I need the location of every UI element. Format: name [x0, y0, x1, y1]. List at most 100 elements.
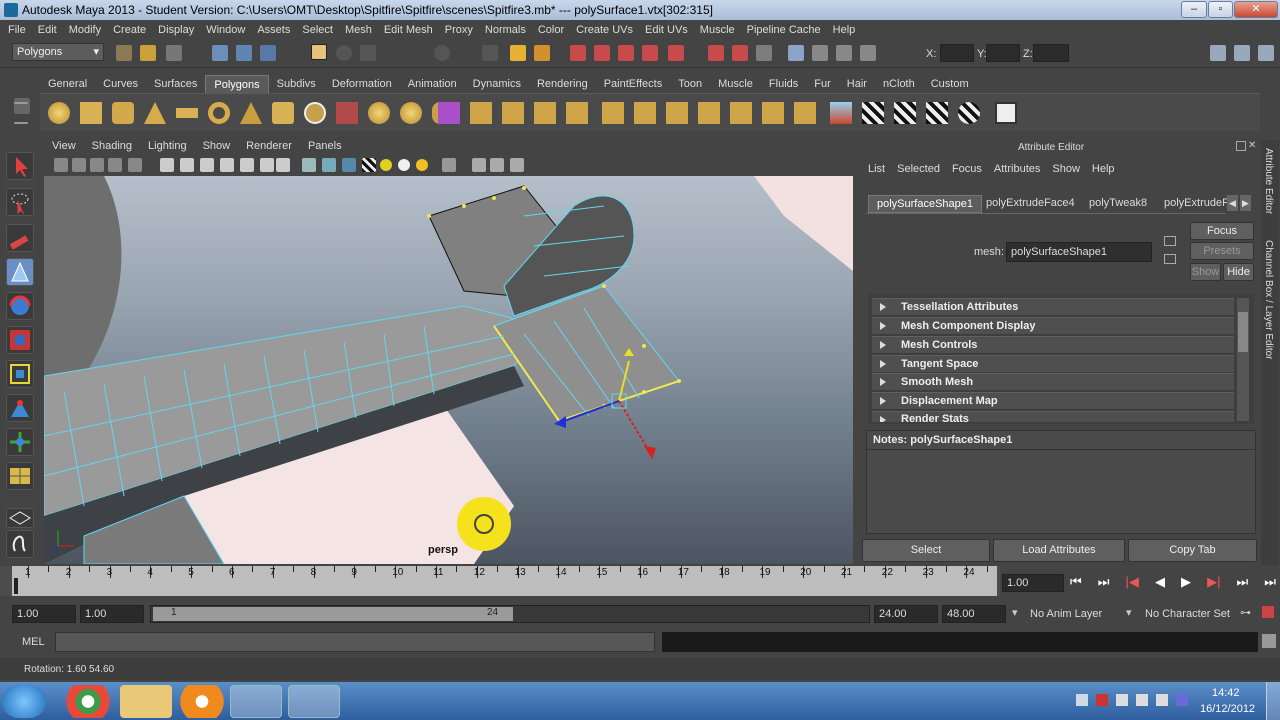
shelf-tab-surfaces[interactable]: Surfaces	[146, 75, 205, 93]
poly-sphere-icon[interactable]	[48, 102, 70, 124]
x-input[interactable]	[940, 44, 974, 62]
step-back-key-icon[interactable]: ⏭	[1098, 574, 1110, 594]
menu-help[interactable]: Help	[827, 24, 862, 36]
poly-cube-icon[interactable]	[80, 102, 102, 124]
poly-prism-icon[interactable]	[240, 102, 262, 124]
select-by-object-icon[interactable]	[236, 45, 252, 61]
offset-edge-loop-icon[interactable]	[634, 102, 656, 124]
ae-menu-help[interactable]: Help	[1086, 160, 1121, 180]
automatic-mapping-icon[interactable]	[958, 102, 980, 124]
animation-end-field[interactable]: 48.00	[942, 605, 1006, 623]
uv-texture-editor-icon[interactable]	[995, 102, 1017, 124]
cylindrical-mapping-icon[interactable]	[894, 102, 916, 124]
shelf-tab-rendering[interactable]: Rendering	[529, 75, 596, 93]
menu-display[interactable]: Display	[152, 24, 200, 36]
menu-create-uvs[interactable]: Create UVs	[570, 24, 639, 36]
menu-create[interactable]: Create	[107, 24, 152, 36]
ae-tab-polysurfaceshape1[interactable]: polySurfaceShape1	[868, 195, 983, 213]
play-forward-icon[interactable]: ▶	[1181, 574, 1191, 594]
planar-mapping-icon[interactable]	[862, 102, 884, 124]
shelf-tab-fluids[interactable]: Fluids	[761, 75, 806, 93]
channel-box-toggle-icon[interactable]	[1258, 45, 1274, 61]
append-polygon-icon[interactable]	[534, 102, 556, 124]
load-attributes-button[interactable]: Load Attributes	[993, 539, 1125, 562]
minimize-button[interactable]: –	[1181, 1, 1207, 18]
sections-scrollbar-thumb[interactable]	[1238, 312, 1248, 352]
show-button[interactable]: Show	[1190, 263, 1221, 281]
ae-menu-list[interactable]: List	[862, 160, 891, 180]
output-connection-icon[interactable]	[1164, 254, 1176, 264]
render-view-icon[interactable]	[732, 45, 748, 61]
go-to-start-icon[interactable]: ⏮	[1070, 574, 1082, 594]
snap-to-curve-icon[interactable]	[434, 45, 450, 61]
tabs-scroll-left-icon[interactable]: ◀	[1227, 195, 1238, 211]
tray-volume-icon[interactable]	[1136, 694, 1148, 706]
shelf-tab-muscle[interactable]: Muscle	[710, 75, 761, 93]
wireframe-on-shaded-icon[interactable]	[342, 158, 356, 172]
camera-icon[interactable]	[812, 45, 828, 61]
wireframe-icon[interactable]	[302, 158, 316, 172]
show-manipulator-icon[interactable]	[6, 428, 34, 456]
anim-layer-dropdown-icon[interactable]: ▾	[1012, 606, 1018, 619]
section-render-stats[interactable]: Render Stats	[872, 411, 1234, 422]
isolate-select-icon[interactable]	[442, 158, 456, 172]
quick-layout-icon[interactable]	[6, 508, 34, 528]
lock-icon[interactable]	[510, 45, 526, 61]
new-scene-icon[interactable]	[116, 45, 132, 61]
menu-edit-uvs[interactable]: Edit UVs	[639, 24, 694, 36]
playback-start-field[interactable]: 1.00	[80, 605, 144, 623]
magnet-icon[interactable]	[534, 45, 550, 61]
gate-mask-icon[interactable]	[220, 158, 234, 172]
resolution-gate-icon[interactable]	[200, 158, 214, 172]
render-icon[interactable]	[642, 45, 658, 61]
notes-area[interactable]: Notes: polySurfaceShape1	[866, 430, 1256, 534]
field-chart-icon[interactable]	[240, 158, 254, 172]
tray-action-center-icon[interactable]	[1096, 694, 1108, 706]
textured-icon[interactable]	[362, 158, 376, 172]
mesh-name-field[interactable]: polySurfaceShape1	[1006, 242, 1152, 262]
recorder-taskbar-icon[interactable]	[288, 685, 340, 718]
z-input[interactable]	[1033, 44, 1069, 62]
rotate-tool-icon[interactable]	[6, 292, 34, 320]
go-to-end-icon[interactable]: ⏭	[1264, 574, 1276, 594]
maya-taskbar-icon[interactable]	[230, 685, 282, 718]
safe-action-icon[interactable]	[260, 158, 274, 172]
menu-normals[interactable]: Normals	[479, 24, 532, 36]
open-scene-icon[interactable]	[140, 45, 156, 61]
triangulate-icon[interactable]	[794, 102, 816, 124]
focus-button[interactable]: Focus	[1190, 222, 1254, 240]
viewport-menu-show[interactable]: Show	[195, 140, 239, 156]
mirror-geometry-icon[interactable]	[438, 102, 460, 124]
section-mesh-component-display[interactable]: Mesh Component Display	[872, 317, 1234, 334]
animation-preferences-icon[interactable]	[1262, 606, 1274, 618]
time-slider[interactable]: 1 2 3 4 5 6 7 8 9 10 11 12 13 14 15 16 17 18 19 20 21 22 23 24	[0, 566, 1000, 596]
scale-tool-icon[interactable]	[6, 326, 34, 354]
tray-power-icon[interactable]	[1156, 694, 1168, 706]
edge-mask-icon[interactable]	[360, 45, 376, 61]
extract-icon[interactable]	[400, 102, 422, 124]
section-tangent-space[interactable]: Tangent Space	[872, 355, 1234, 372]
ae-menu-show[interactable]: Show	[1046, 160, 1086, 180]
menu-pipeline-cache[interactable]: Pipeline Cache	[741, 24, 827, 36]
hypershade-icon[interactable]	[708, 45, 724, 61]
ae-menu-attributes[interactable]: Attributes	[988, 160, 1046, 180]
explorer-taskbar-icon[interactable]	[120, 685, 172, 718]
range-slider-bar[interactable]: 1 24	[153, 607, 513, 621]
poly-plane-icon[interactable]	[176, 108, 198, 118]
close-button[interactable]: ✕	[1234, 1, 1278, 18]
ae-menu-focus[interactable]: Focus	[946, 160, 988, 180]
shelf-tab-curves[interactable]: Curves	[95, 75, 146, 93]
extrude-icon[interactable]	[470, 102, 492, 124]
construction-history-icon[interactable]	[594, 45, 610, 61]
show-desktop-button[interactable]	[1266, 682, 1280, 720]
render-settings-icon[interactable]	[668, 45, 684, 61]
menu-select[interactable]: Select	[296, 24, 339, 36]
menu-muscle[interactable]: Muscle	[694, 24, 741, 36]
select-button[interactable]: Select	[862, 539, 990, 562]
viewport-menu-shading[interactable]: Shading	[84, 140, 140, 156]
side-tab-attribute-editor[interactable]: Attribute Editor	[1263, 148, 1274, 214]
clock-date[interactable]: 16/12/2012	[1200, 703, 1255, 715]
section-smooth-mesh[interactable]: Smooth Mesh	[872, 373, 1234, 390]
script-editor-icon[interactable]	[1262, 634, 1276, 648]
viewport-menu-panels[interactable]: Panels	[300, 140, 350, 156]
